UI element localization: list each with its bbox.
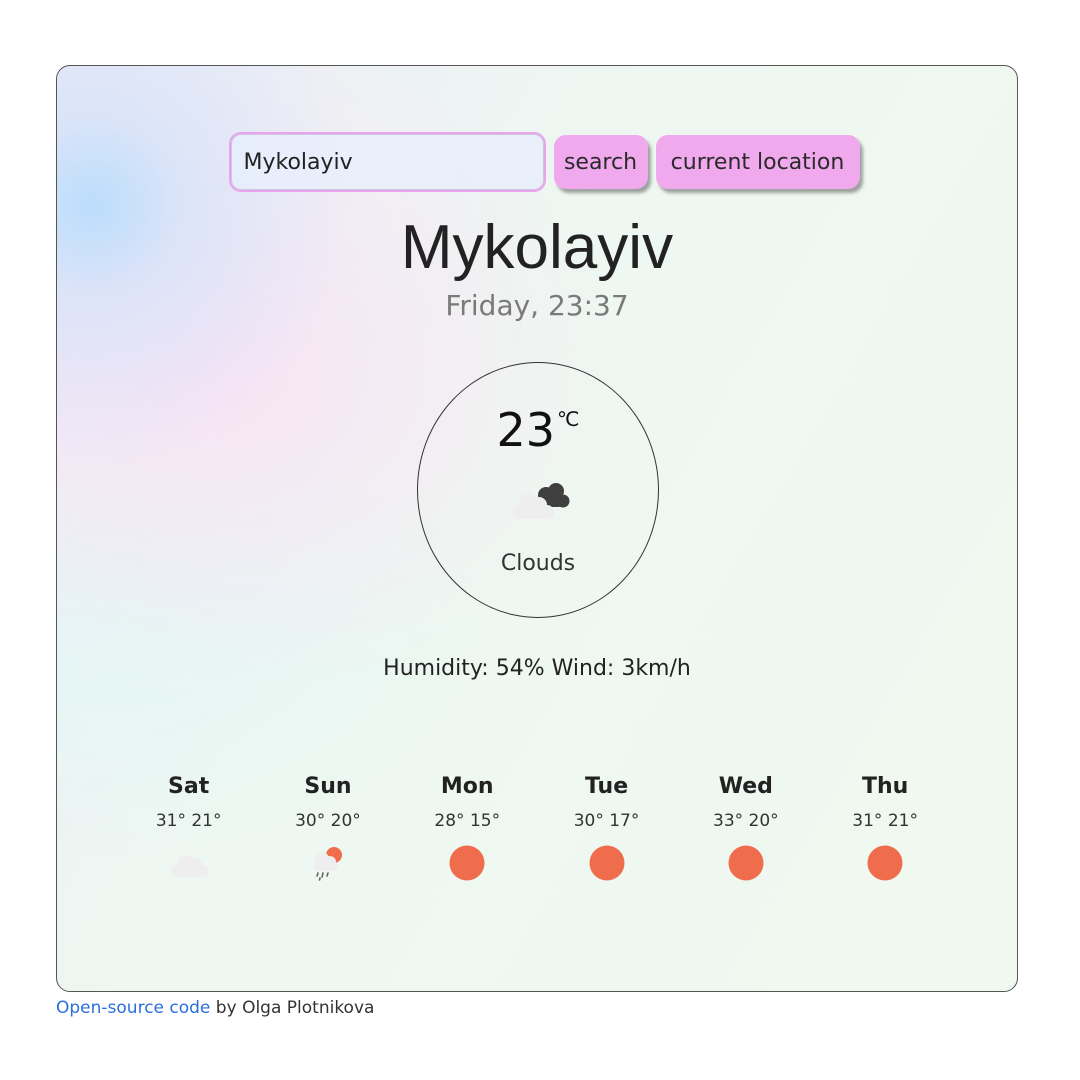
sun-icon — [449, 845, 485, 881]
broken-clouds-icon — [512, 483, 570, 519]
forecast-day: Sun 30° 20° — [258, 774, 397, 883]
forecast-row: Sat 31° 21° Sun 30° 20° Mon 28° 15° Tue … — [119, 774, 955, 883]
forecast-day-name: Sat — [168, 774, 210, 799]
forecast-day: Wed 33° 20° — [676, 774, 815, 883]
sun-icon — [867, 845, 903, 881]
forecast-day: Mon 28° 15° — [398, 774, 537, 883]
forecast-temps: 31° 21° — [155, 811, 222, 831]
forecast-day: Tue 30° 17° — [537, 774, 676, 883]
temperature-unit: ℃ — [557, 407, 580, 431]
humidity-text: Humidity: 54% — [383, 656, 545, 681]
wind-text: Wind: 3km/h — [551, 656, 691, 681]
city-search-input[interactable] — [228, 132, 546, 192]
weather-details: Humidity: 54% Wind: 3km/h — [57, 656, 1017, 681]
forecast-day-name: Thu — [861, 774, 909, 799]
forecast-day-name: Sun — [304, 774, 352, 799]
forecast-temps: 30° 17° — [573, 811, 640, 831]
forecast-temps: 28° 15° — [434, 811, 501, 831]
weather-card: search current location Mykolayiv Friday… — [56, 65, 1018, 992]
forecast-day: Thu 31° 21° — [815, 774, 954, 883]
city-title: Mykolayiv — [400, 213, 674, 282]
forecast-temps: 31° 21° — [852, 811, 918, 831]
search-form: search current location — [57, 132, 1017, 192]
forecast-temps: 30° 20° — [295, 811, 361, 831]
current-location-button[interactable]: current location — [655, 135, 860, 189]
cloud-icon — [170, 855, 209, 877]
sun-icon — [728, 845, 764, 881]
weather-description: Clouds — [500, 551, 576, 576]
forecast-day: Sat 31° 21° — [119, 774, 258, 883]
current-temperature: 23 ℃ — [418, 403, 658, 457]
forecast-temps: 33° 20° — [713, 811, 779, 831]
footer: Open-source code by Olga Plotnikova — [56, 998, 374, 1018]
date-time: Friday, 23:37 — [445, 289, 629, 322]
sun-icon — [589, 845, 625, 881]
forecast-day-name: Mon — [440, 774, 494, 799]
author-credit: by Olga Plotnikova — [210, 998, 375, 1018]
search-button[interactable]: search — [553, 135, 648, 189]
temperature-value: 23 — [496, 403, 556, 457]
open-source-link[interactable]: Open-source code — [56, 998, 210, 1018]
forecast-day-name: Tue — [584, 774, 629, 799]
sun-rain-icon — [313, 847, 342, 881]
current-weather-circle: 23 ℃ Clouds — [417, 362, 659, 618]
forecast-day-name: Wed — [718, 774, 773, 799]
